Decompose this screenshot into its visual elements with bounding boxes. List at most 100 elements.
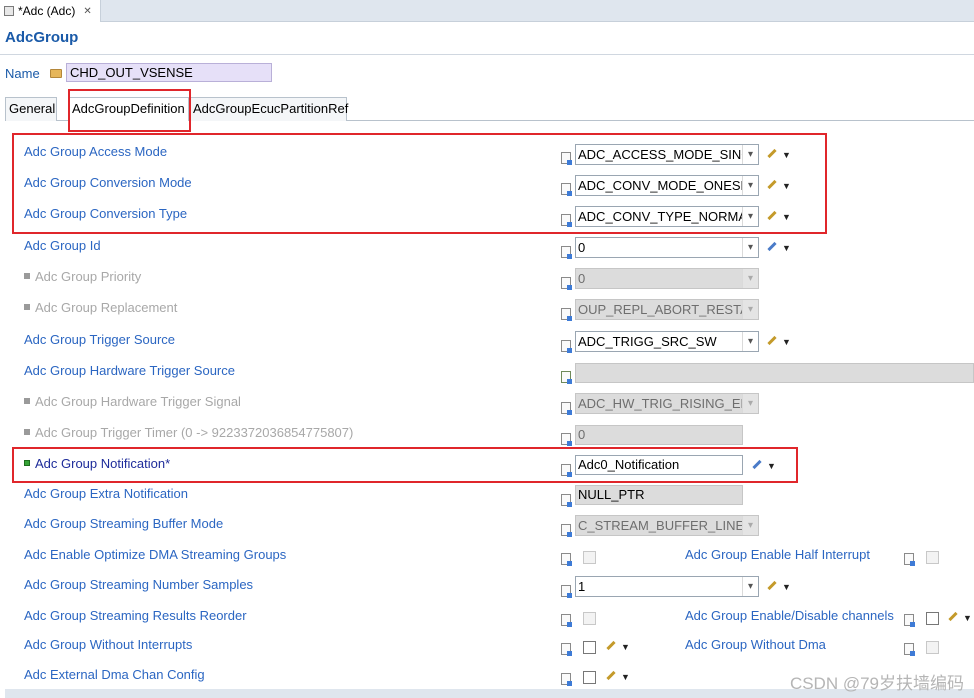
external-dma-chan-config-actions[interactable]: ▼ xyxy=(606,670,630,683)
trigger-source-value: ADC_TRIGG_SRC_SW xyxy=(578,334,717,349)
editor-tab-adc[interactable]: *Adc (Adc) ✕ xyxy=(0,0,101,22)
document-icon xyxy=(561,643,572,656)
disabled-marker-icon xyxy=(24,273,30,279)
group-priority-value: 0 xyxy=(578,271,586,286)
enable-disable-channels-actions[interactable]: ▼ xyxy=(948,611,972,624)
pencil-icon xyxy=(767,580,777,591)
label-external-dma-chan-config: Adc External Dma Chan Config xyxy=(24,667,205,682)
title-divider xyxy=(0,54,974,55)
access-mode-select[interactable]: ADC_ACCESS_MODE_SINGLE ▾ xyxy=(575,144,759,165)
watermark: CSDN @79岁扶墙编码 xyxy=(789,674,964,693)
chevron-down-icon: ▾ xyxy=(742,269,758,288)
close-icon[interactable]: ✕ xyxy=(83,6,91,17)
chevron-down-icon: ▾ xyxy=(742,394,758,413)
streaming-number-samples-select[interactable]: 1 ▾ xyxy=(575,576,759,597)
document-icon xyxy=(561,524,572,537)
document-icon xyxy=(561,277,572,290)
chevron-down-icon[interactable]: ▾ xyxy=(742,577,758,596)
chevron-down-icon[interactable]: ▾ xyxy=(742,176,758,195)
caret-down-icon: ▼ xyxy=(767,461,776,471)
conversion-mode-actions[interactable]: ▼ xyxy=(767,179,791,192)
tab-general[interactable]: General xyxy=(5,97,57,121)
page-tab-strip: General AdcGroupDefinition AdcGroupEcucP… xyxy=(5,97,974,121)
group-replacement-select: OUP_REPL_ABORT_RESTART ▾ xyxy=(575,299,759,320)
trigger-timer-field: 0 xyxy=(575,425,743,445)
caret-down-icon: ▼ xyxy=(963,613,972,623)
document-icon xyxy=(904,643,915,656)
reference-icon xyxy=(561,371,572,384)
without-interrupts-actions[interactable]: ▼ xyxy=(606,640,630,653)
document-icon xyxy=(561,183,572,196)
document-icon xyxy=(561,340,572,353)
notification-actions[interactable]: ▼ xyxy=(752,459,776,472)
group-id-actions[interactable]: ▼ xyxy=(767,241,791,254)
document-icon xyxy=(561,464,572,477)
chevron-down-icon: ▾ xyxy=(742,300,758,319)
label-half-interrupt: Adc Group Enable Half Interrupt xyxy=(685,547,870,562)
caret-down-icon: ▼ xyxy=(782,181,791,191)
document-icon xyxy=(904,553,915,566)
group-replacement-value: OUP_REPL_ABORT_RESTART xyxy=(578,302,759,317)
caret-down-icon: ▼ xyxy=(621,642,630,652)
enable-disable-channels-checkbox[interactable] xyxy=(926,612,939,625)
access-mode-actions[interactable]: ▼ xyxy=(767,148,791,161)
streaming-buffer-mode-value: C_STREAM_BUFFER_LINEAR xyxy=(578,518,759,533)
conversion-type-select[interactable]: ADC_CONV_TYPE_NORMAL ▾ xyxy=(575,206,759,227)
label-group-id: Adc Group Id xyxy=(24,238,101,253)
label-enable-disable-channels: Adc Group Enable/Disable channels xyxy=(685,608,894,623)
calculate-icon xyxy=(767,241,777,252)
pencil-icon xyxy=(767,179,777,190)
access-mode-value: ADC_ACCESS_MODE_SINGLE xyxy=(578,147,759,162)
disabled-marker-icon xyxy=(24,429,30,435)
document-icon xyxy=(561,494,572,507)
caret-down-icon: ▼ xyxy=(621,672,630,682)
conversion-mode-select[interactable]: ADC_CONV_MODE_ONESHOT ▾ xyxy=(575,175,759,196)
chevron-down-icon: ▾ xyxy=(742,516,758,535)
label-streaming-number-samples: Adc Group Streaming Number Samples xyxy=(24,577,254,592)
without-interrupts-checkbox[interactable] xyxy=(583,641,596,654)
streaming-results-reorder-checkbox xyxy=(583,612,596,625)
label-without-interrupts: Adc Group Without Interrupts xyxy=(24,637,193,652)
streaming-number-samples-value: 1 xyxy=(578,579,586,594)
label-group-replacement: Adc Group Replacement xyxy=(24,300,177,315)
pencil-icon xyxy=(606,640,616,651)
pencil-icon xyxy=(948,611,958,622)
extra-notification-field: NULL_PTR xyxy=(575,485,743,505)
group-id-select[interactable]: 0 ▾ xyxy=(575,237,759,258)
document-icon xyxy=(561,585,572,598)
chevron-down-icon[interactable]: ▾ xyxy=(742,238,758,257)
caret-down-icon: ▼ xyxy=(782,212,791,222)
optimize-dma-checkbox xyxy=(583,551,596,564)
chevron-down-icon[interactable]: ▾ xyxy=(742,207,758,226)
enabled-marker-icon xyxy=(24,460,30,466)
document-icon xyxy=(561,614,572,627)
document-icon xyxy=(904,614,915,627)
tab-adc-group-ecuc-partition-ref[interactable]: AdcGroupEcucPartitionRef xyxy=(189,97,348,121)
module-file-icon xyxy=(4,6,14,16)
caret-down-icon: ▼ xyxy=(782,150,791,160)
notification-input[interactable]: Adc0_Notification xyxy=(575,455,743,475)
label-optimize-dma: Adc Enable Optimize DMA Streaming Groups xyxy=(24,547,287,562)
trigger-source-select[interactable]: ADC_TRIGG_SRC_SW ▾ xyxy=(575,331,759,352)
document-icon xyxy=(561,553,572,566)
hw-trigger-signal-select: ADC_HW_TRIG_RISING_EDGE ▾ xyxy=(575,393,759,414)
label-conversion-mode: Adc Group Conversion Mode xyxy=(24,175,192,190)
document-icon xyxy=(561,402,572,415)
label-group-priority: Adc Group Priority xyxy=(24,269,141,284)
streaming-number-samples-actions[interactable]: ▼ xyxy=(767,580,791,593)
label-extra-notification: Adc Group Extra Notification xyxy=(24,486,189,501)
conversion-type-value: ADC_CONV_TYPE_NORMAL xyxy=(578,209,755,224)
tab-adc-group-definition[interactable]: AdcGroupDefinition xyxy=(68,97,189,121)
conversion-mode-value: ADC_CONV_MODE_ONESHOT xyxy=(578,178,759,193)
without-dma-checkbox xyxy=(926,641,939,654)
chevron-down-icon[interactable]: ▾ xyxy=(742,145,758,164)
label-notification: Adc Group Notification* xyxy=(24,456,170,471)
disabled-marker-icon xyxy=(24,304,30,310)
name-input[interactable]: CHD_OUT_VSENSE xyxy=(66,63,272,82)
trigger-source-actions[interactable]: ▼ xyxy=(767,335,791,348)
conversion-type-actions[interactable]: ▼ xyxy=(767,210,791,223)
external-dma-chan-config-checkbox[interactable] xyxy=(583,671,596,684)
chevron-down-icon[interactable]: ▾ xyxy=(742,332,758,351)
caret-down-icon: ▼ xyxy=(782,243,791,253)
disabled-marker-icon xyxy=(24,398,30,404)
